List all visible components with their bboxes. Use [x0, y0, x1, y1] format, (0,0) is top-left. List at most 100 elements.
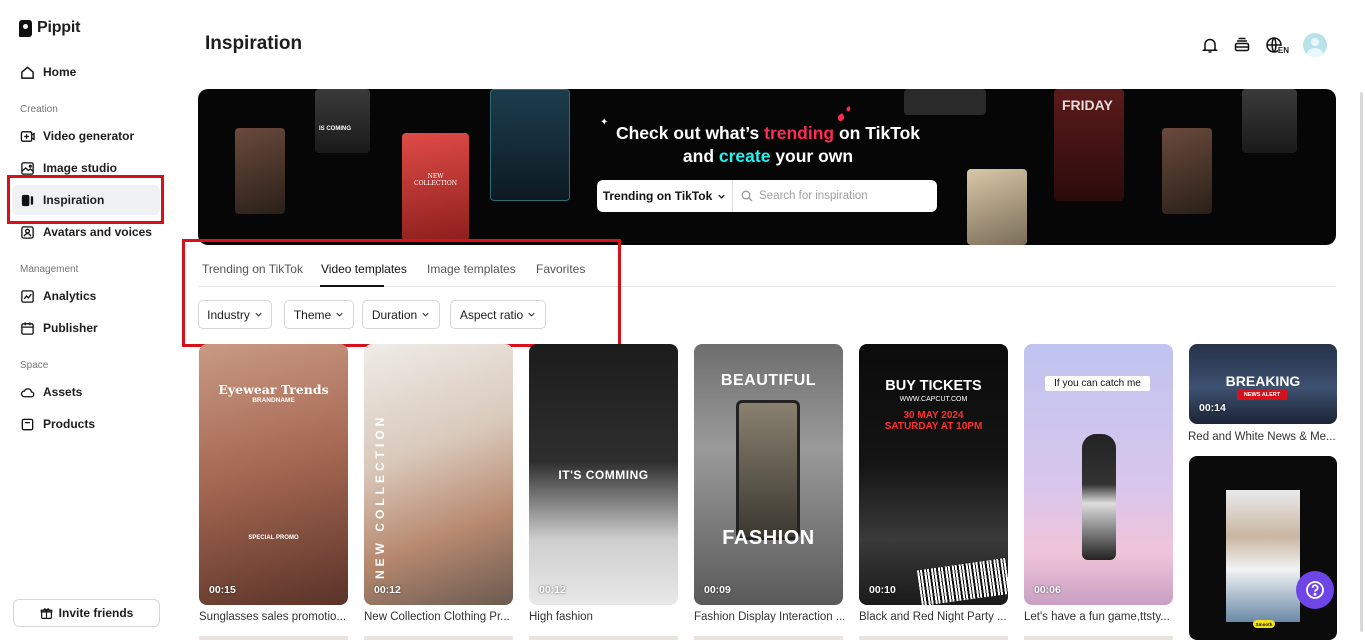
gift-icon — [40, 607, 53, 619]
product-box-icon — [21, 418, 34, 430]
language-code: EN — [1277, 46, 1289, 55]
sidebar-item-home[interactable]: Home — [12, 57, 160, 87]
section-label-creation: Creation — [20, 104, 58, 115]
template-card[interactable]: If you can catch me 00:06 — [1024, 344, 1173, 605]
card-sub-text: SATURDAY AT 10PM — [884, 421, 983, 432]
search-input[interactable]: Search for inspiration — [733, 180, 937, 212]
search-placeholder: Search for inspiration — [759, 190, 868, 202]
language-selector[interactable]: EN — [1265, 36, 1289, 55]
duration-badge: 00:12 — [539, 584, 566, 596]
section-label-space: Space — [20, 360, 49, 371]
card-overlay-pill: If you can catch me — [1045, 376, 1150, 391]
headline-highlight-trending: trending — [764, 123, 835, 143]
template-card[interactable]: BEAUTIFUL FASHION 00:09 — [694, 344, 843, 605]
card-caption[interactable]: Black and Red Night Party ... — [859, 611, 1009, 623]
template-card[interactable]: BUY TICKETS WWW.CAPCUT.COM 30 MAY 2024 S… — [859, 344, 1008, 605]
card-sub-text: Smooth — [1255, 621, 1273, 627]
duration-badge: 00:10 — [869, 584, 896, 596]
card-sub-text: 30 MAY 2024 — [903, 410, 964, 421]
duration-badge: 00:14 — [1199, 402, 1226, 414]
scrollbar[interactable] — [1360, 92, 1363, 632]
banner-thumbnail — [1162, 128, 1212, 214]
highlight-box-sidebar — [7, 175, 164, 224]
sidebar-item-label: Products — [43, 417, 96, 431]
avatar-voice-icon — [21, 225, 34, 239]
card-overlay-text: BEAUTIFUL — [720, 372, 817, 389]
sidebar-item-video-generator[interactable]: Video generator — [12, 121, 160, 151]
duration-badge: 00:09 — [704, 584, 731, 596]
banner-thumbnail — [904, 89, 986, 115]
card-caption[interactable]: New Collection Clothing Pr... — [364, 611, 514, 623]
sidebar-item-publisher[interactable]: Publisher — [12, 313, 160, 343]
card-photo — [1226, 490, 1300, 622]
card-phone-frame — [736, 400, 800, 540]
banner-thumb-text: FRIDAY — [1062, 97, 1113, 113]
stack-icon[interactable] — [1233, 36, 1251, 54]
source-select-value: Trending on TikTok — [602, 189, 713, 203]
highlight-box-tabs-filters — [182, 239, 621, 347]
sidebar-item-products[interactable]: Products — [12, 409, 160, 439]
card-sticker: Smooth — [1253, 620, 1275, 628]
hero-banner: IS COMING NEW COLLECTION FRIDAY ✦ Check … — [198, 89, 1336, 245]
card-overlay-text: If you can catch me — [1054, 378, 1141, 389]
app-root: Pippit Home Creation Video generator Ima… — [0, 0, 1365, 640]
image-icon — [21, 161, 34, 175]
sidebar-item-label: Assets — [43, 385, 83, 399]
sidebar-item-analytics[interactable]: Analytics — [12, 281, 160, 311]
headline-text: on TikTok — [834, 123, 921, 143]
search-icon — [741, 190, 753, 202]
sidebar-item-assets[interactable]: Assets — [12, 377, 160, 407]
card-caption[interactable]: Let's have a fun game,ttsty... — [1024, 611, 1174, 623]
cloud-icon — [20, 387, 35, 397]
barcode-graphic — [916, 557, 1008, 605]
template-card[interactable]: BREAKING NEWS ALERT 00:14 — [1189, 344, 1337, 424]
duration-badge: 00:06 — [1034, 584, 1061, 596]
template-card[interactable]: NEW COLLECTION 00:12 — [364, 344, 513, 605]
headline-text: your own — [770, 146, 854, 166]
banner-thumb-text: NEW COLLECTION — [414, 173, 457, 187]
card-caption[interactable]: Fashion Display Interaction ... — [694, 611, 844, 623]
card-overlay-text: BUY TICKETS — [885, 378, 982, 394]
chevron-down-icon — [718, 194, 725, 199]
template-card[interactable]: IT'S COMMING 00:12 — [529, 344, 678, 605]
sidebar: Pippit Home Creation Video generator Ima… — [0, 0, 178, 640]
app-logo[interactable]: Pippit — [19, 19, 80, 37]
app-name: Pippit — [37, 19, 81, 36]
invite-friends-button[interactable]: Invite friends — [13, 599, 160, 627]
chart-icon — [21, 289, 34, 303]
card-caption[interactable]: Sunglasses sales promotio... — [199, 611, 349, 623]
invite-friends-label: Invite friends — [58, 606, 134, 620]
header-actions: EN — [1201, 33, 1327, 57]
card-sub-text: WWW.CAPCUT.COM — [899, 396, 968, 403]
duration-badge: 00:12 — [374, 584, 401, 596]
card-overlay-text: NEW COLLECTION — [373, 413, 387, 579]
card-overlay-text: Eyewear Trends — [218, 382, 329, 397]
news-alert-bar: NEWS ALERT — [1237, 390, 1287, 400]
card-caption[interactable]: High fashion — [529, 611, 679, 623]
page-title: Inspiration — [205, 33, 303, 54]
sidebar-item-label: Home — [43, 65, 77, 79]
card-sub-text: FASHION — [722, 527, 815, 549]
sidebar-item-label: Publisher — [43, 321, 98, 335]
source-select[interactable]: Trending on TikTok — [597, 180, 733, 212]
video-plus-icon — [20, 130, 35, 142]
bell-icon[interactable] — [1201, 36, 1219, 54]
banner-thumbnail: NEW COLLECTION — [402, 133, 469, 241]
avatar[interactable] — [1303, 33, 1327, 57]
sidebar-item-label: Avatars and voices — [43, 225, 152, 239]
template-card[interactable]: Eyewear Trends BRANDNAME SPECIAL PROMO 0… — [199, 344, 348, 605]
duration-badge: 00:15 — [209, 584, 236, 596]
headline-highlight-create: create — [718, 146, 771, 166]
card-sub-text: BRANDNAME — [252, 397, 295, 404]
help-button[interactable] — [1296, 571, 1334, 609]
card-caption[interactable]: Red and White News & Me... — [1188, 431, 1338, 443]
banner-thumbnail: FRIDAY — [1054, 89, 1124, 201]
template-card[interactable]: Smooth — [1189, 456, 1337, 640]
banner-thumbnail — [490, 89, 570, 201]
banner-headline: Check out what’s trending on TikTok and … — [610, 122, 926, 168]
card-figure — [1082, 434, 1116, 560]
card-overlay-text: IT'S COMMING — [558, 468, 649, 482]
inspiration-search-bar: Trending on TikTok Search for inspiratio… — [597, 180, 937, 212]
card-sub-text: SPECIAL PROMO — [248, 535, 299, 541]
next-row-peek — [199, 636, 1173, 640]
